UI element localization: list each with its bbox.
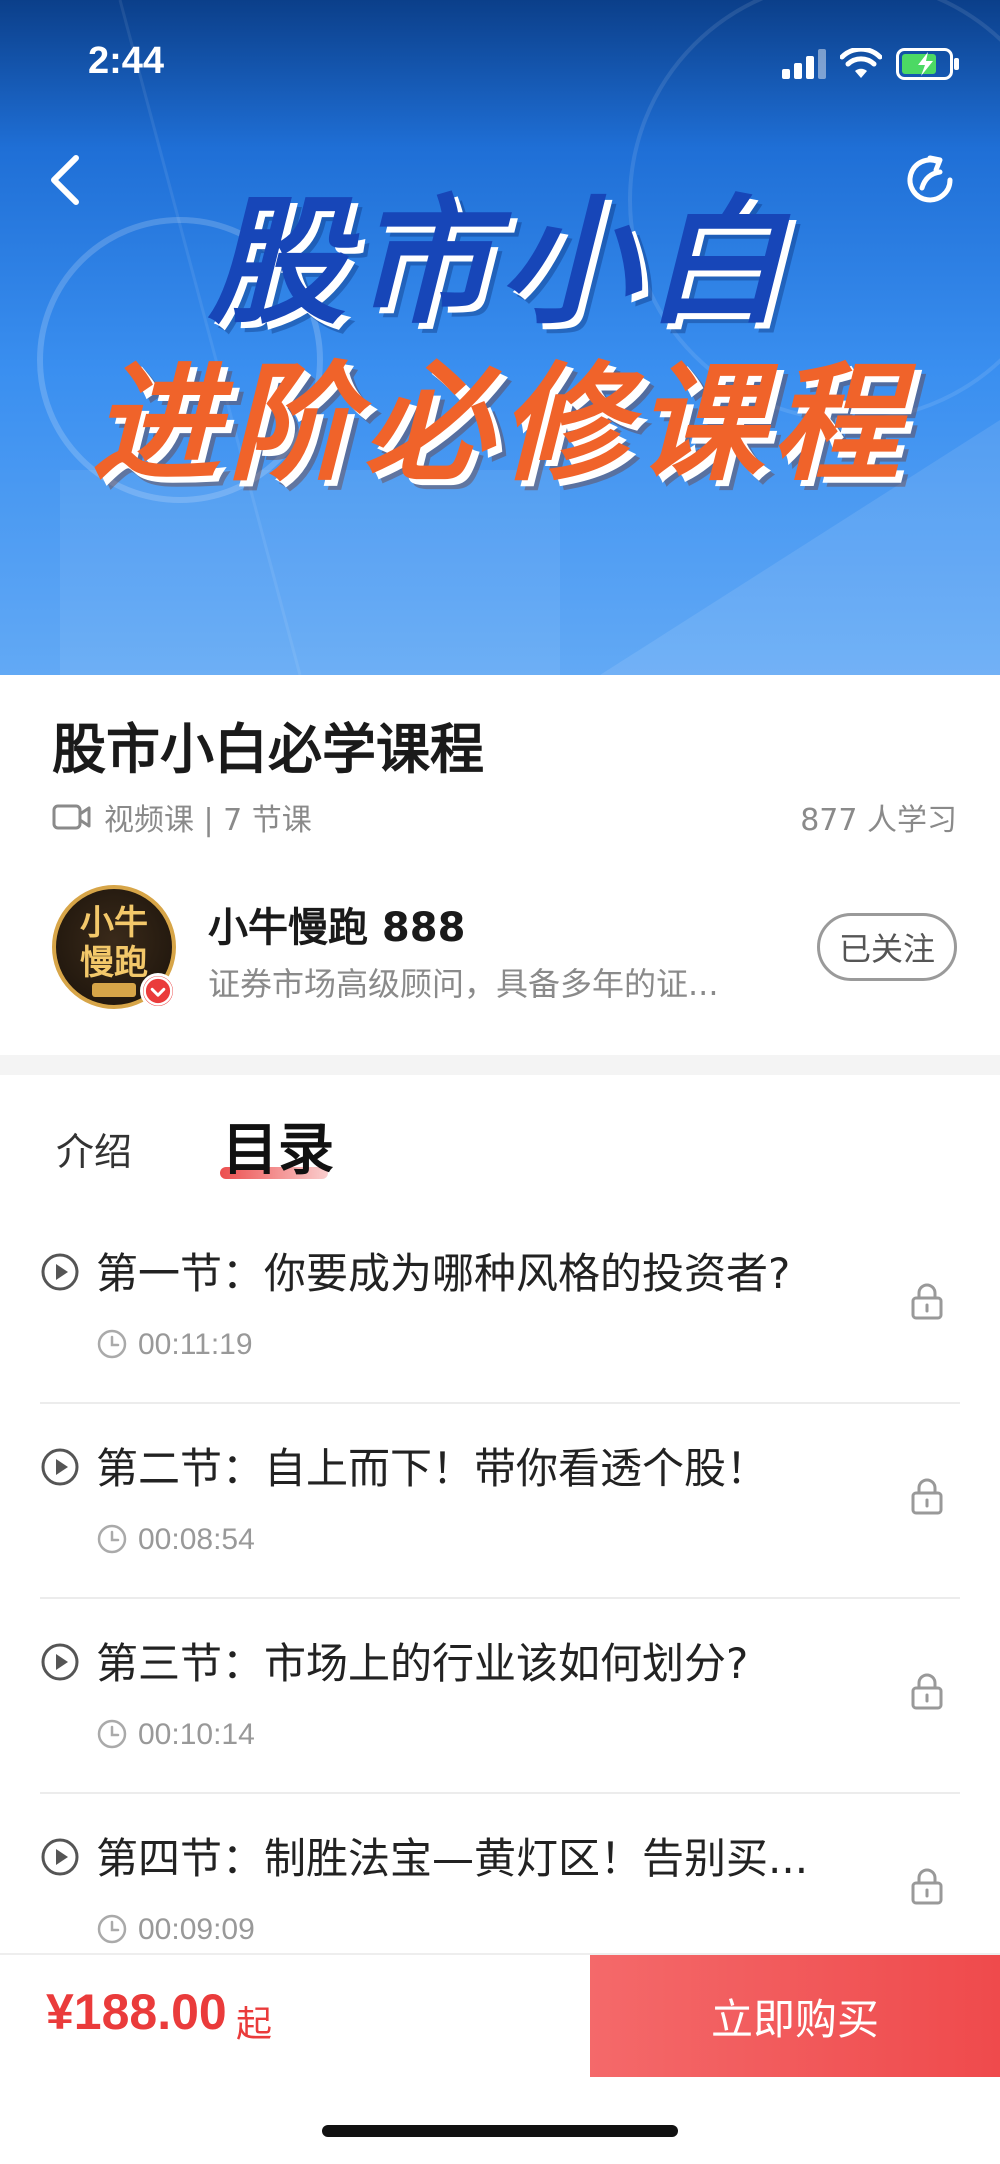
purchase-bar: ¥188.00 起 立即购买 (0, 1953, 1000, 2077)
video-camera-icon (52, 804, 91, 830)
row-divider (40, 1792, 960, 1794)
play-circle-icon (41, 1253, 79, 1291)
lesson-item[interactable]: 第一节：你要成为哪种风格的投资者? 00:11:19 (40, 1210, 960, 1404)
share-icon[interactable] (900, 150, 960, 210)
clock-icon (97, 1524, 127, 1554)
clock-icon (97, 1329, 127, 1359)
lesson-title: 第一节：你要成为哪种风格的投资者? (96, 1249, 791, 1298)
author-name: 小牛慢跑 888 (208, 905, 466, 951)
lock-icon (911, 1673, 943, 1710)
lesson-duration: 00:10:14 (138, 1718, 255, 1751)
lesson-item[interactable]: 第四节：制胜法宝—黄灯区！告别买... 00:09:09 (40, 1795, 960, 1950)
course-detail-page: 股市小白 进阶必修课程 2:44 股市小白必学课程 视频课 | 7 节课 877… (0, 0, 1000, 2164)
home-indicator[interactable] (322, 2125, 678, 2137)
play-circle-icon (41, 1448, 79, 1486)
course-type: 视频课 | 7 节课 (104, 803, 312, 838)
back-arrow-icon[interactable] (42, 150, 92, 210)
avatar-tag (92, 983, 136, 997)
tab-intro[interactable]: 介绍 (56, 1121, 132, 1176)
status-bar: 2:44 (0, 0, 1000, 120)
play-circle-icon (41, 1838, 79, 1876)
verified-badge-icon (140, 973, 176, 1009)
follow-button[interactable]: 已关注 (817, 913, 957, 981)
wifi-icon (840, 48, 882, 78)
lesson-duration: 00:11:19 (138, 1328, 253, 1361)
author-description: 证券市场高级顾问，具备多年的证... (208, 965, 719, 1003)
section-divider (0, 1055, 1000, 1075)
lesson-duration: 00:08:54 (138, 1523, 255, 1556)
content-tabs: 介绍 目录 (0, 1075, 1000, 1205)
course-meta: 视频课 | 7 节课 877 人学习 (52, 795, 957, 839)
status-time: 2:44 (88, 40, 165, 82)
price: ¥188.00 (46, 1984, 227, 2040)
lesson-title: 第二节：自上而下！带你看透个股！ (96, 1444, 769, 1493)
status-icons (782, 44, 960, 84)
avatar-text-line1: 小牛 (80, 903, 148, 943)
lesson-list: 第一节：你要成为哪种风格的投资者? 00:11:19 第二节：自上而下！带你看透… (0, 1210, 1000, 1950)
battery-charging-icon (896, 48, 959, 80)
lock-icon (911, 1478, 943, 1515)
price-suffix: 起 (236, 2004, 273, 2045)
row-divider (40, 1597, 960, 1599)
buy-now-button[interactable]: 立即购买 (590, 1955, 1000, 2077)
course-info: 股市小白必学课程 视频课 | 7 节课 877 人学习 小牛 慢跑 小牛慢跑 8… (0, 675, 1000, 1055)
lesson-title: 第三节：市场上的行业该如何划分? (96, 1639, 749, 1688)
lesson-title: 第四节：制胜法宝—黄灯区！告别买... (96, 1834, 809, 1883)
cellular-signal-icon (782, 49, 826, 79)
row-divider (40, 1402, 960, 1404)
course-title: 股市小白必学课程 (52, 718, 484, 781)
lock-icon (911, 1868, 943, 1905)
clock-icon (97, 1719, 127, 1749)
lesson-item[interactable]: 第二节：自上而下！带你看透个股！ 00:08:54 (40, 1405, 960, 1599)
lesson-item[interactable]: 第三节：市场上的行业该如何划分? 00:10:14 (40, 1600, 960, 1794)
play-circle-icon (41, 1643, 79, 1681)
lock-icon (911, 1283, 943, 1320)
learner-count: 877 人学习 (800, 803, 957, 838)
author-card[interactable]: 小牛 慢跑 小牛慢跑 888 证券市场高级顾问，具备多年的证... 已关注 (52, 885, 957, 1015)
lesson-duration: 00:09:09 (138, 1913, 255, 1946)
clock-icon (97, 1914, 127, 1944)
course-banner: 股市小白 进阶必修课程 2:44 (0, 0, 1000, 675)
tab-catalog[interactable]: 目录 (222, 1105, 334, 1186)
banner-title-line2: 进阶必修课程 (91, 350, 908, 499)
